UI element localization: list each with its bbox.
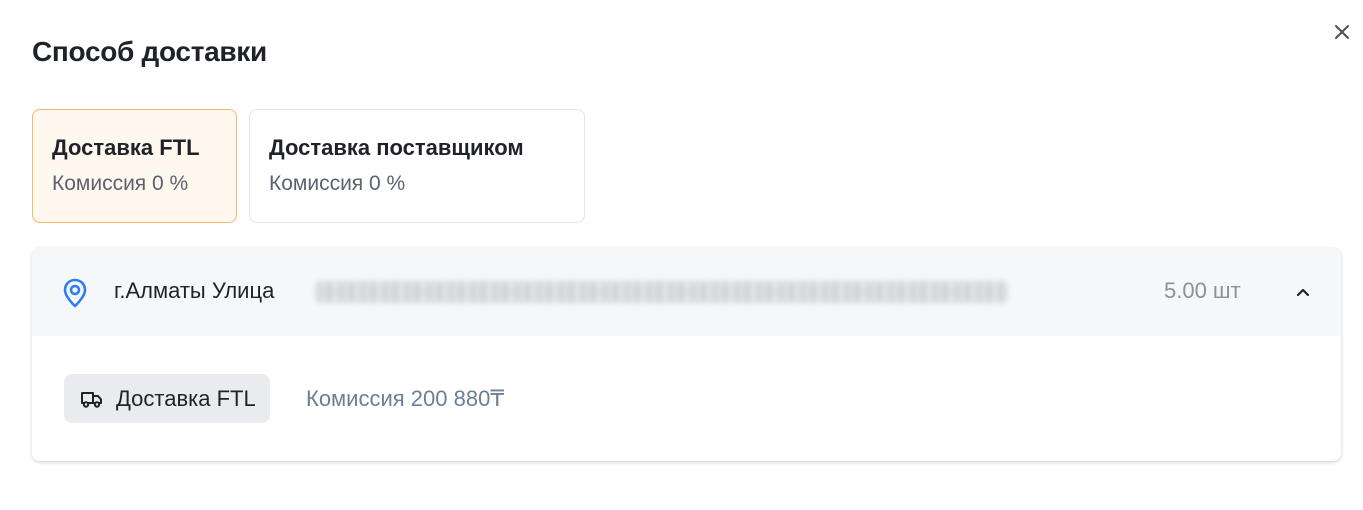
close-icon (1335, 25, 1349, 39)
delivery-method-label: Доставка FTL (116, 385, 256, 411)
delivery-quantity: 5.00 шт (1164, 278, 1241, 303)
delivery-card: г.Алматы Улица 5.00 шт Доставка FTL Коми… (32, 248, 1341, 461)
delivery-method-chip: Доставка FTL (64, 374, 270, 423)
option-ftl-delivery[interactable]: Доставка FTL Комиссия 0 % (32, 109, 237, 223)
delivery-method-dialog: Способ доставки Доставка FTL Комиссия 0 … (0, 0, 1363, 510)
map-pin-icon (63, 278, 87, 308)
chevron-up-icon[interactable] (1294, 283, 1312, 301)
close-button[interactable] (1330, 20, 1354, 44)
delivery-commission: Комиссия 200 880₸ (306, 386, 505, 411)
delivery-card-header[interactable]: г.Алматы Улица 5.00 шт (32, 248, 1341, 336)
delivery-address: г.Алматы Улица (114, 278, 275, 303)
option-name: Доставка поставщиком (269, 135, 524, 160)
delivery-card-body: Доставка FTL Комиссия 200 880₸ (32, 336, 1341, 461)
option-fee: Комиссия 0 % (269, 172, 406, 195)
truck-icon (81, 391, 102, 408)
redacted-address-detail (316, 281, 1008, 303)
option-supplier-delivery[interactable]: Доставка поставщиком Комиссия 0 % (249, 109, 585, 223)
option-fee: Комиссия 0 % (52, 172, 189, 195)
dialog-title: Способ доставки (32, 36, 267, 67)
option-name: Доставка FTL (52, 135, 200, 160)
